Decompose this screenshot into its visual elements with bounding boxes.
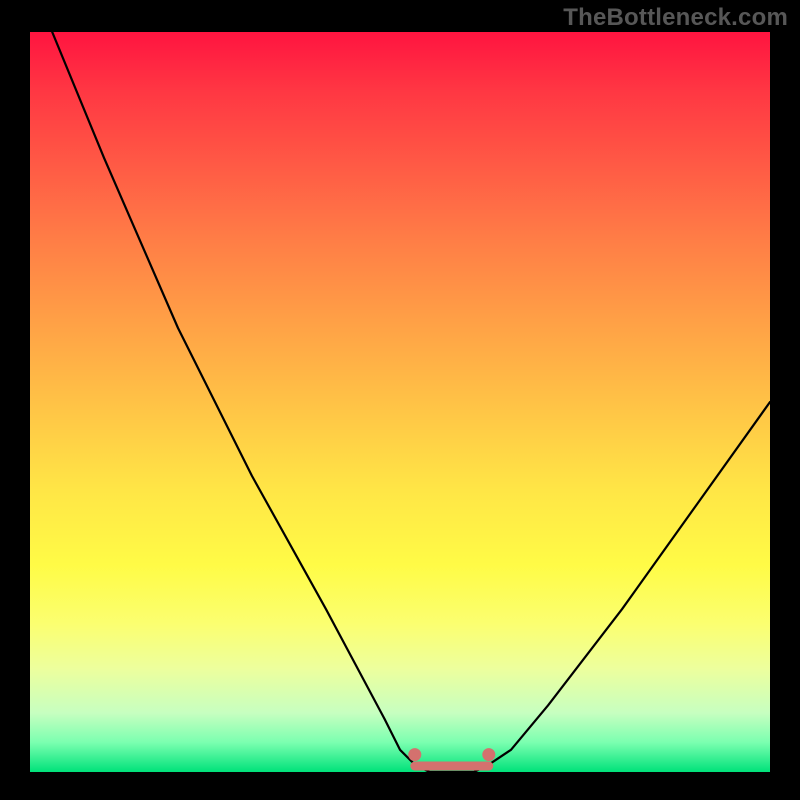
marker-left xyxy=(408,748,421,761)
marker-right xyxy=(482,748,495,761)
chart-frame: TheBottleneck.com xyxy=(0,0,800,800)
plot-area xyxy=(30,32,770,772)
bottleneck-curve xyxy=(52,32,770,772)
watermark-text: TheBottleneck.com xyxy=(563,4,788,32)
plot-svg xyxy=(30,32,770,772)
